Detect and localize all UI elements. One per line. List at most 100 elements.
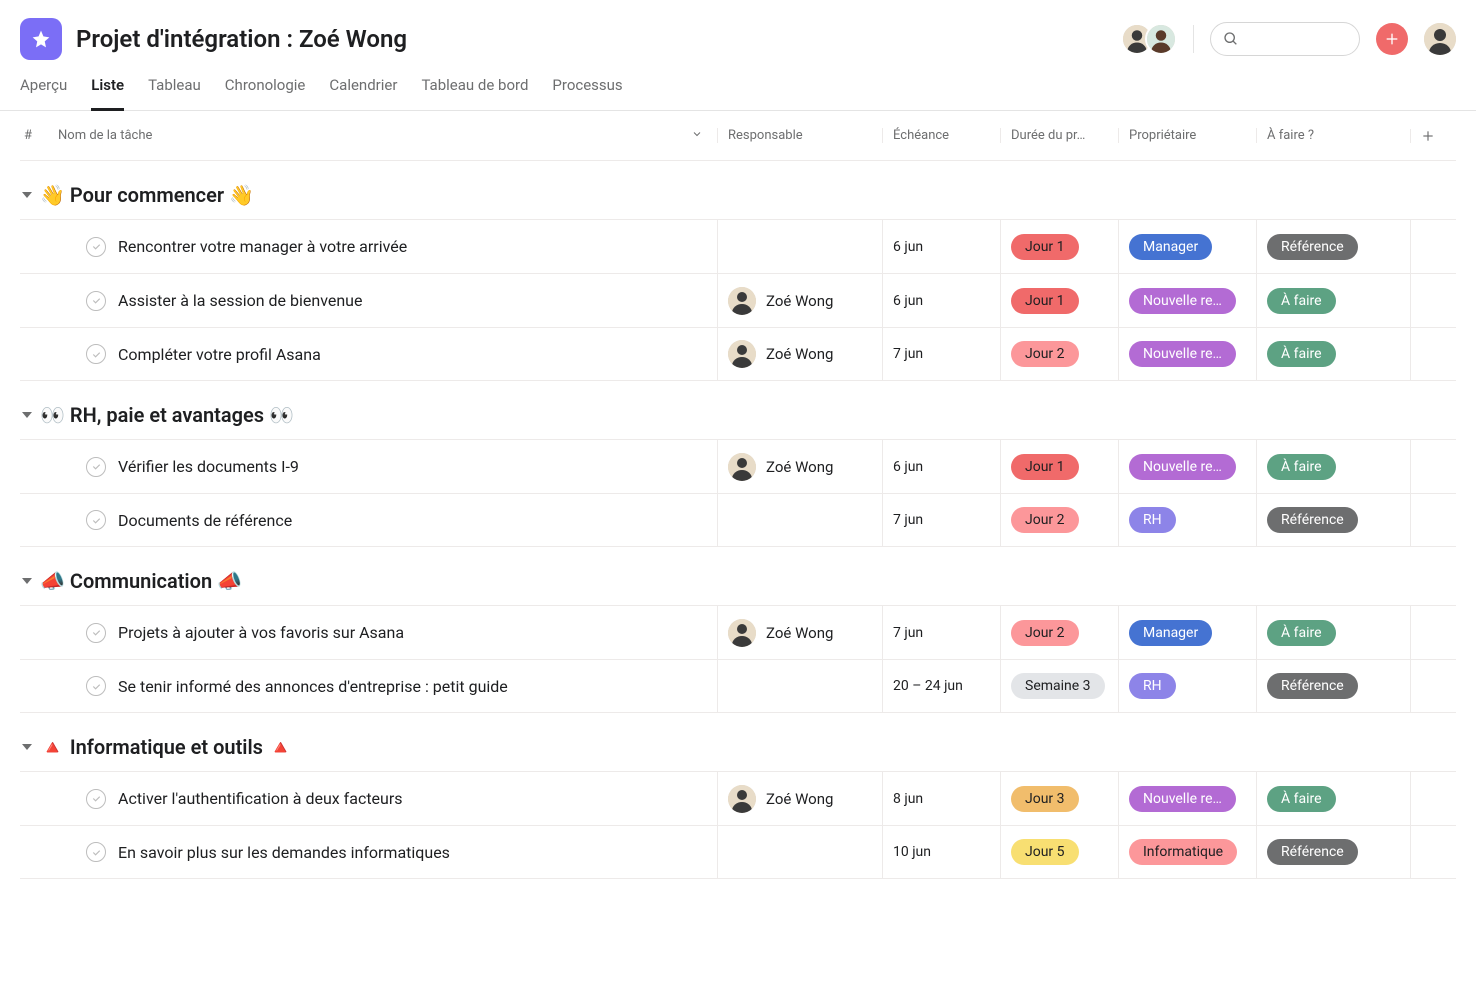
- complete-checkbox[interactable]: [86, 676, 106, 696]
- duration-cell[interactable]: Jour 1: [1000, 274, 1118, 327]
- table-row[interactable]: Assister à la session de bienvenueZoé Wo…: [20, 273, 1456, 327]
- duration-cell[interactable]: Jour 3: [1000, 772, 1118, 825]
- duration-cell[interactable]: Jour 5: [1000, 826, 1118, 878]
- col-name-header[interactable]: Nom de la tâche: [58, 128, 717, 144]
- task-name: Activer l'authentification à deux facteu…: [118, 789, 403, 808]
- section-header[interactable]: 👀 RH, paie et avantages 👀: [20, 381, 1456, 439]
- due-date-cell[interactable]: 20 – 24 jun: [882, 660, 1000, 712]
- owner-cell[interactable]: Manager: [1118, 606, 1256, 659]
- todo-cell[interactable]: Référence: [1256, 660, 1410, 712]
- duration-cell[interactable]: Jour 1: [1000, 220, 1118, 273]
- duration-pill: Jour 2: [1011, 341, 1079, 367]
- assignee-cell[interactable]: Zoé Wong: [717, 328, 882, 380]
- due-date-cell[interactable]: 8 jun: [882, 772, 1000, 825]
- user-avatar[interactable]: [1424, 23, 1456, 55]
- due-date-cell[interactable]: 6 jun: [882, 220, 1000, 273]
- tab-liste[interactable]: Liste: [91, 76, 124, 111]
- duration-cell[interactable]: Semaine 3: [1000, 660, 1118, 712]
- search-input[interactable]: [1210, 22, 1360, 56]
- table-row[interactable]: Projets à ajouter à vos favoris sur Asan…: [20, 605, 1456, 659]
- complete-checkbox[interactable]: [86, 842, 106, 862]
- duration-cell[interactable]: Jour 2: [1000, 328, 1118, 380]
- assignee-name: Zoé Wong: [766, 345, 833, 363]
- col-due-header[interactable]: Échéance: [882, 128, 1000, 143]
- add-button[interactable]: [1376, 23, 1408, 55]
- duration-cell[interactable]: Jour 2: [1000, 606, 1118, 659]
- due-date-cell[interactable]: 7 jun: [882, 328, 1000, 380]
- assignee-name: Zoé Wong: [766, 292, 833, 310]
- caret-down-icon: [22, 192, 32, 198]
- assignee-cell[interactable]: [717, 220, 882, 273]
- owner-pill: RH: [1129, 507, 1176, 533]
- due-date-cell[interactable]: 7 jun: [882, 494, 1000, 546]
- assignee-cell[interactable]: Zoé Wong: [717, 440, 882, 493]
- duration-cell[interactable]: Jour 2: [1000, 494, 1118, 546]
- due-date-cell[interactable]: 7 jun: [882, 606, 1000, 659]
- complete-checkbox[interactable]: [86, 291, 106, 311]
- assignee-name: Zoé Wong: [766, 458, 833, 476]
- todo-cell[interactable]: Référence: [1256, 220, 1410, 273]
- owner-cell[interactable]: Informatique: [1118, 826, 1256, 878]
- due-date-cell[interactable]: 6 jun: [882, 274, 1000, 327]
- col-resp-header[interactable]: Responsable: [717, 128, 882, 143]
- col-owner-header[interactable]: Propriétaire: [1118, 128, 1256, 143]
- todo-cell[interactable]: À faire: [1256, 772, 1410, 825]
- owner-cell[interactable]: Nouvelle re…: [1118, 440, 1256, 493]
- tab-processus[interactable]: Processus: [552, 76, 622, 110]
- assignee-cell[interactable]: [717, 494, 882, 546]
- complete-checkbox[interactable]: [86, 789, 106, 809]
- section-header[interactable]: 📣 Communication 📣: [20, 547, 1456, 605]
- section-header[interactable]: 👋 Pour commencer 👋: [20, 161, 1456, 219]
- table-row[interactable]: Rencontrer votre manager à votre arrivée…: [20, 219, 1456, 273]
- tab-aperçu[interactable]: Aperçu: [20, 76, 67, 110]
- member-avatars[interactable]: [1129, 23, 1177, 55]
- owner-cell[interactable]: RH: [1118, 660, 1256, 712]
- owner-cell[interactable]: Manager: [1118, 220, 1256, 273]
- project-title: Projet d'intégration : Zoé Wong: [76, 25, 407, 53]
- col-todo-header[interactable]: À faire ?: [1256, 128, 1410, 143]
- table-row[interactable]: Compléter votre profil AsanaZoé Wong7 ju…: [20, 327, 1456, 381]
- table-row[interactable]: Vérifier les documents I-9Zoé Wong6 junJ…: [20, 439, 1456, 493]
- duration-cell[interactable]: Jour 1: [1000, 440, 1118, 493]
- task-name: Documents de référence: [118, 511, 292, 530]
- owner-cell[interactable]: RH: [1118, 494, 1256, 546]
- col-duration-header[interactable]: Durée du pr…: [1000, 128, 1118, 143]
- assignee-cell[interactable]: Zoé Wong: [717, 606, 882, 659]
- todo-cell[interactable]: Référence: [1256, 494, 1410, 546]
- table-row[interactable]: Activer l'authentification à deux facteu…: [20, 771, 1456, 825]
- section-header[interactable]: 🔺 Informatique et outils 🔺: [20, 713, 1456, 771]
- assignee-cell[interactable]: Zoé Wong: [717, 772, 882, 825]
- complete-checkbox[interactable]: [86, 510, 106, 530]
- add-column-button[interactable]: [1410, 129, 1456, 143]
- todo-cell[interactable]: À faire: [1256, 274, 1410, 327]
- project-header: Projet d'intégration : Zoé Wong: [0, 0, 1476, 60]
- due-date-cell[interactable]: 6 jun: [882, 440, 1000, 493]
- due-date: 7 jun: [893, 346, 923, 362]
- owner-cell[interactable]: Nouvelle re…: [1118, 328, 1256, 380]
- plus-icon: [1421, 129, 1435, 143]
- due-date-cell[interactable]: 10 jun: [882, 826, 1000, 878]
- table-row[interactable]: Documents de référence 7 jun Jour 2 RH Référ…: [20, 493, 1456, 547]
- todo-cell[interactable]: À faire: [1256, 328, 1410, 380]
- tab-calendrier[interactable]: Calendrier: [329, 76, 397, 110]
- owner-pill: RH: [1129, 673, 1176, 699]
- assignee-cell[interactable]: [717, 660, 882, 712]
- table-row[interactable]: En savoir plus sur les demandes informat…: [20, 825, 1456, 879]
- tab-tableau-de-bord[interactable]: Tableau de bord: [421, 76, 528, 110]
- tab-chronologie[interactable]: Chronologie: [225, 76, 306, 110]
- owner-cell[interactable]: Nouvelle re…: [1118, 274, 1256, 327]
- complete-checkbox[interactable]: [86, 623, 106, 643]
- complete-checkbox[interactable]: [86, 237, 106, 257]
- owner-cell[interactable]: Nouvelle re…: [1118, 772, 1256, 825]
- todo-cell[interactable]: Référence: [1256, 826, 1410, 878]
- complete-checkbox[interactable]: [86, 344, 106, 364]
- todo-cell[interactable]: À faire: [1256, 606, 1410, 659]
- duration-pill: Jour 1: [1011, 454, 1079, 480]
- due-date: 7 jun: [893, 512, 923, 528]
- assignee-cell[interactable]: Zoé Wong: [717, 274, 882, 327]
- complete-checkbox[interactable]: [86, 457, 106, 477]
- todo-cell[interactable]: À faire: [1256, 440, 1410, 493]
- table-row[interactable]: Se tenir informé des annonces d'entrepri…: [20, 659, 1456, 713]
- tab-tableau[interactable]: Tableau: [148, 76, 201, 110]
- assignee-cell[interactable]: [717, 826, 882, 878]
